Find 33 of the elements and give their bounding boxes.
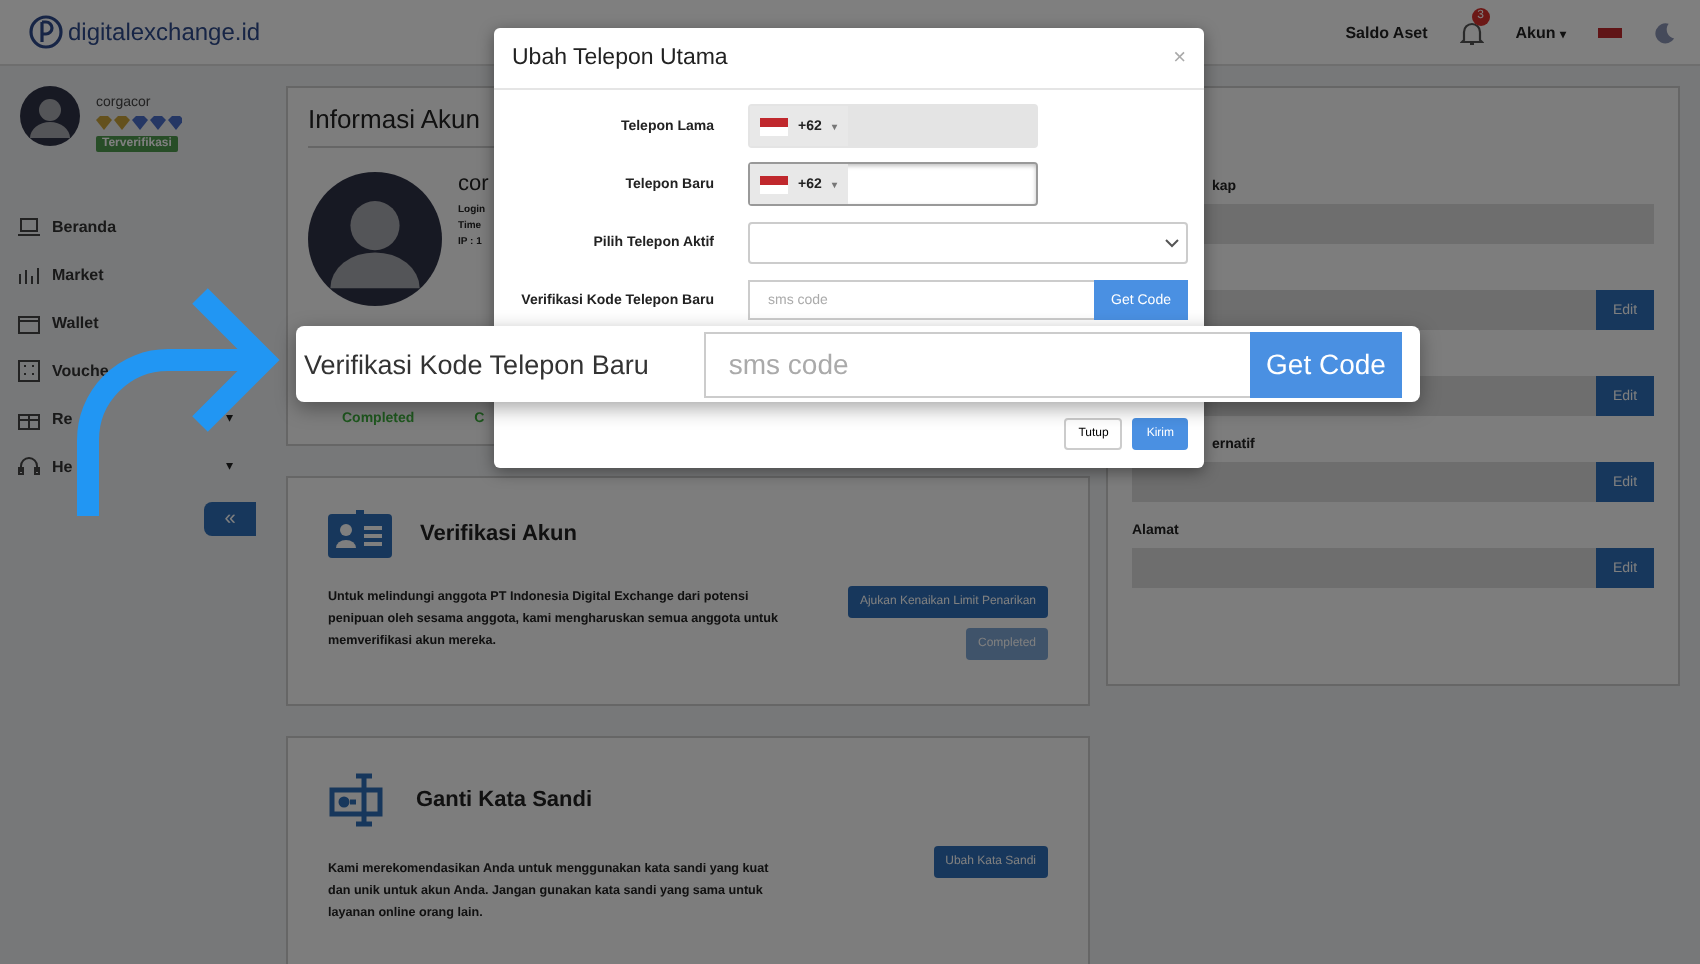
nav-item[interactable]: He [52,457,73,475]
nav-item[interactable]: Vouche [52,361,109,379]
flag-icon[interactable] [1598,27,1622,37]
rank-icon [96,116,182,130]
field-label: Verifikasi Kode Telepon Baru [304,349,649,379]
select-field[interactable] [748,221,1188,263]
nav-icon [18,455,40,477]
nav-item[interactable]: Re [52,409,73,427]
avatar [20,86,80,146]
password-icon [328,769,388,830]
card-title: Ganti Kata Sandi [416,787,593,812]
collapse-button[interactable]: « [204,502,256,536]
account-name: cor [458,172,489,196]
moon-icon[interactable] [1654,21,1676,43]
logo-text[interactable]: digitalexchange.id [68,18,261,46]
get-code-button[interactable]: Get Code [1250,331,1402,397]
chevron-icon[interactable] [1164,237,1180,247]
nav-item[interactable]: Wallet [52,313,99,331]
close-button[interactable]: × [1173,46,1186,70]
nav-icon [18,311,40,333]
nav-item[interactable]: Market [52,265,104,283]
sms-code-field[interactable]: sms code [704,331,1250,397]
nav-icon [18,359,40,381]
balance-link[interactable]: Saldo Aset [1345,23,1428,41]
nav-item[interactable]: Beranda [52,217,117,235]
nav-icon [18,263,40,285]
card-title: Verifikasi Akun [420,521,577,546]
modal-title: Ubah Telepon Utama [512,46,728,70]
id-card-icon [328,509,392,558]
avatar [308,172,442,306]
logo-icon [28,14,64,50]
bell-icon[interactable] [1459,19,1484,45]
nav-icon [18,215,40,237]
